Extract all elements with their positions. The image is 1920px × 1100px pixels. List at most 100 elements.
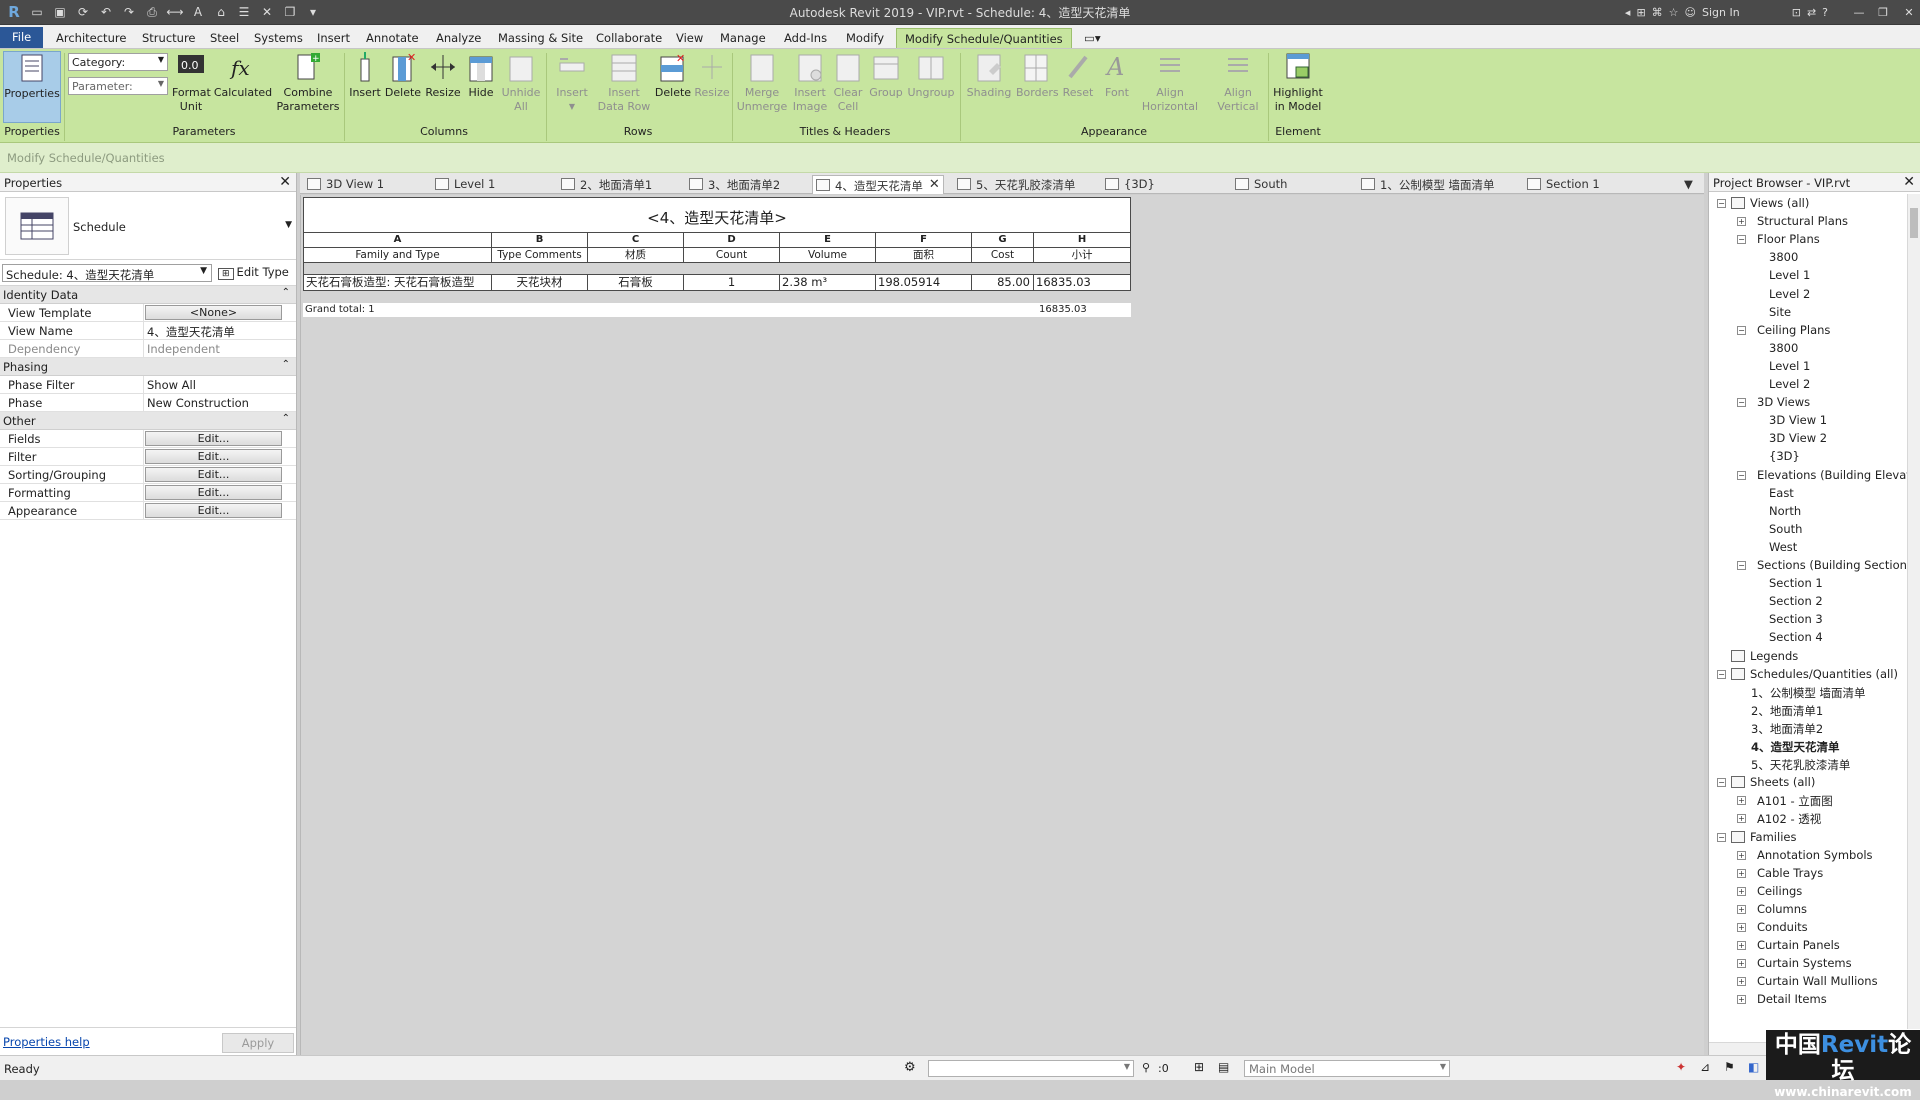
delete-row-button[interactable]: ✕ Delete (654, 51, 692, 100)
schedule-title[interactable]: <4、造型天花清单> (304, 198, 1130, 233)
tab-list-dropdown-icon[interactable]: ▼ (1684, 175, 1693, 194)
design-option-dropdown[interactable]: Main Model ▼ (1244, 1060, 1450, 1077)
browser-item-fam-curtain-systems[interactable]: Curtain Systems (1757, 956, 1852, 970)
column-letter[interactable]: C (588, 233, 684, 247)
table-cell[interactable]: 85.00 (972, 275, 1034, 290)
expand-node-icon[interactable]: + (1737, 977, 1746, 987)
select-by-face-icon[interactable]: ◧ (1748, 1060, 1759, 1074)
expand-node-icon[interactable]: + (1737, 796, 1746, 806)
edit-type-button[interactable]: ⊞ Edit Type (218, 265, 289, 280)
hide-column-button[interactable]: Hide (464, 51, 498, 100)
browser-item-elev-north[interactable]: North (1769, 504, 1801, 518)
expand-node-icon[interactable]: + (1737, 814, 1746, 824)
font-button[interactable]: A Font (1100, 51, 1134, 100)
expand-node-icon[interactable]: + (1737, 923, 1746, 932)
browser-item-structural-plans[interactable]: Structural Plans (1757, 214, 1848, 228)
collapse-node-icon[interactable]: − (1717, 832, 1726, 842)
instance-selector-dropdown[interactable]: Schedule: 4、造型天花清单 ▼ (2, 264, 212, 282)
browser-item-section-3[interactable]: Section 3 (1769, 612, 1823, 626)
browser-item-schedules[interactable]: Schedules/Quantities (all) (1750, 667, 1898, 681)
view-tab[interactable]: 3、地面清单2 (686, 175, 780, 194)
group-button[interactable]: Group (866, 51, 906, 100)
tab-massing-site[interactable]: Massing & Site (490, 28, 591, 48)
subscription-icon[interactable]: ⌘ (1652, 6, 1663, 19)
resize-row-button[interactable]: Resize (692, 51, 732, 100)
tab-view[interactable]: View (668, 28, 711, 48)
table-cell[interactable]: 2.38 m³ (780, 275, 876, 290)
binoculars-icon[interactable]: ⊞ (1636, 6, 1645, 19)
browser-item-cp-level-2[interactable]: Level 2 (1769, 377, 1810, 391)
expand-node-icon[interactable]: + (1737, 886, 1746, 896)
help-icon[interactable]: ? (1822, 6, 1828, 19)
view-tab[interactable]: 5、天花乳胶漆清单 (954, 175, 1075, 194)
combine-parameters-button[interactable]: + Combine Parameters (276, 51, 340, 114)
tab-file[interactable]: File (0, 27, 44, 48)
properties-button[interactable]: Properties (3, 51, 61, 123)
browser-item-3d-default[interactable]: {3D} (1769, 449, 1800, 463)
browser-item-legends[interactable]: Legends (1750, 649, 1798, 663)
tab-manage[interactable]: Manage (712, 28, 774, 48)
collapse-node-icon[interactable]: − (1737, 398, 1746, 408)
collapse-node-icon[interactable]: − (1737, 235, 1746, 245)
ribbon-display-toggle-icon[interactable]: ▭▾ (1076, 28, 1109, 48)
browser-item-sheet-a101[interactable]: A101 - 立面图 (1757, 793, 1833, 809)
table-cell[interactable]: 198.05914 (876, 275, 972, 290)
browser-item-sheets[interactable]: Sheets (all) (1750, 775, 1815, 789)
delete-column-button[interactable]: ✕ Delete (384, 51, 422, 100)
type-selector[interactable]: Schedule ▼ (0, 192, 296, 260)
browser-item-cp-3800[interactable]: 3800 (1769, 341, 1798, 355)
expand-node-icon[interactable]: + (1737, 217, 1746, 227)
expand-node-icon[interactable]: + (1737, 941, 1746, 951)
apply-button[interactable]: Apply (222, 1033, 294, 1053)
browser-item-fam-conduits[interactable]: Conduits (1757, 920, 1808, 934)
view-tab[interactable]: Section 1 (1524, 175, 1600, 194)
tab-systems[interactable]: Systems (246, 28, 311, 48)
browser-item-fam-detail-items[interactable]: Detail Items (1757, 992, 1827, 1006)
browser-item-fp-level-1[interactable]: Level 1 (1769, 268, 1810, 282)
cart-icon[interactable]: ⊡ (1792, 6, 1801, 19)
view-tab[interactable]: Level 1 (432, 175, 495, 194)
column-letter[interactable]: G (972, 233, 1034, 247)
column-header[interactable]: 小计 (1034, 248, 1130, 262)
section-other[interactable]: Other ⌃ (0, 412, 296, 430)
column-header[interactable]: Type Comments (492, 248, 588, 262)
collapse-node-icon[interactable]: − (1737, 470, 1746, 480)
sorting-edit-button[interactable]: Edit... (145, 467, 282, 482)
browser-item-cp-level-1[interactable]: Level 1 (1769, 359, 1810, 373)
tab-insert[interactable]: Insert (309, 28, 358, 48)
view-tab[interactable]: 3D View 1 (304, 175, 384, 194)
browser-item-schedule-5[interactable]: 5、天花乳胶漆清单 (1751, 757, 1850, 773)
search-arrow-icon[interactable]: ◂ (1625, 6, 1631, 19)
expand-node-icon[interactable]: + (1737, 995, 1746, 1005)
close-window-icon[interactable]: ✕ (1898, 6, 1920, 19)
chevron-down-icon[interactable]: ▼ (285, 220, 292, 230)
editable-only-icon[interactable]: ⊞ (1194, 1060, 1204, 1074)
shading-button[interactable]: Shading (964, 51, 1014, 100)
tab-annotate[interactable]: Annotate (358, 28, 427, 48)
align-horizontal-button[interactable]: Align Horizontal (1140, 51, 1200, 114)
scrollbar-thumb[interactable] (1910, 208, 1918, 238)
browser-item-fam-curtain-wall-mullions[interactable]: Curtain Wall Mullions (1757, 974, 1878, 988)
select-links-icon[interactable]: ✦ (1676, 1060, 1686, 1074)
design-options-icon[interactable]: ▤ (1218, 1060, 1229, 1074)
browser-item-schedule-3[interactable]: 3、地面清单2 (1751, 721, 1823, 737)
expand-node-icon[interactable]: + (1737, 959, 1746, 969)
browser-item-fp-level-2[interactable]: Level 2 (1769, 287, 1810, 301)
minimize-icon[interactable]: — (1850, 6, 1868, 19)
table-cell[interactable]: 16835.03 (1034, 275, 1130, 290)
column-letter[interactable]: B (492, 233, 588, 247)
browser-item-3d-view-1[interactable]: 3D View 1 (1769, 413, 1827, 427)
browser-item-fam-ceilings[interactable]: Ceilings (1757, 884, 1802, 898)
collapse-node-icon[interactable]: − (1737, 325, 1746, 335)
highlight-in-model-button[interactable]: Highlight in Model (1270, 51, 1326, 114)
unhide-all-button[interactable]: Unhide All (500, 51, 542, 114)
insert-image-button[interactable]: Insert Image (790, 51, 830, 114)
expand-node-icon[interactable]: + (1737, 904, 1746, 914)
view-tab-active[interactable]: 4、造型天花清单 ✕ (812, 175, 944, 194)
favorites-star-icon[interactable]: ☆ (1669, 6, 1679, 19)
section-identity-data[interactable]: Identity Data ⌃ (0, 286, 296, 304)
column-letter[interactable]: F (876, 233, 972, 247)
browser-item-3d-view-2[interactable]: 3D View 2 (1769, 431, 1827, 445)
insert-column-button[interactable]: Insert (348, 51, 382, 100)
resize-column-button[interactable]: Resize (424, 51, 462, 100)
